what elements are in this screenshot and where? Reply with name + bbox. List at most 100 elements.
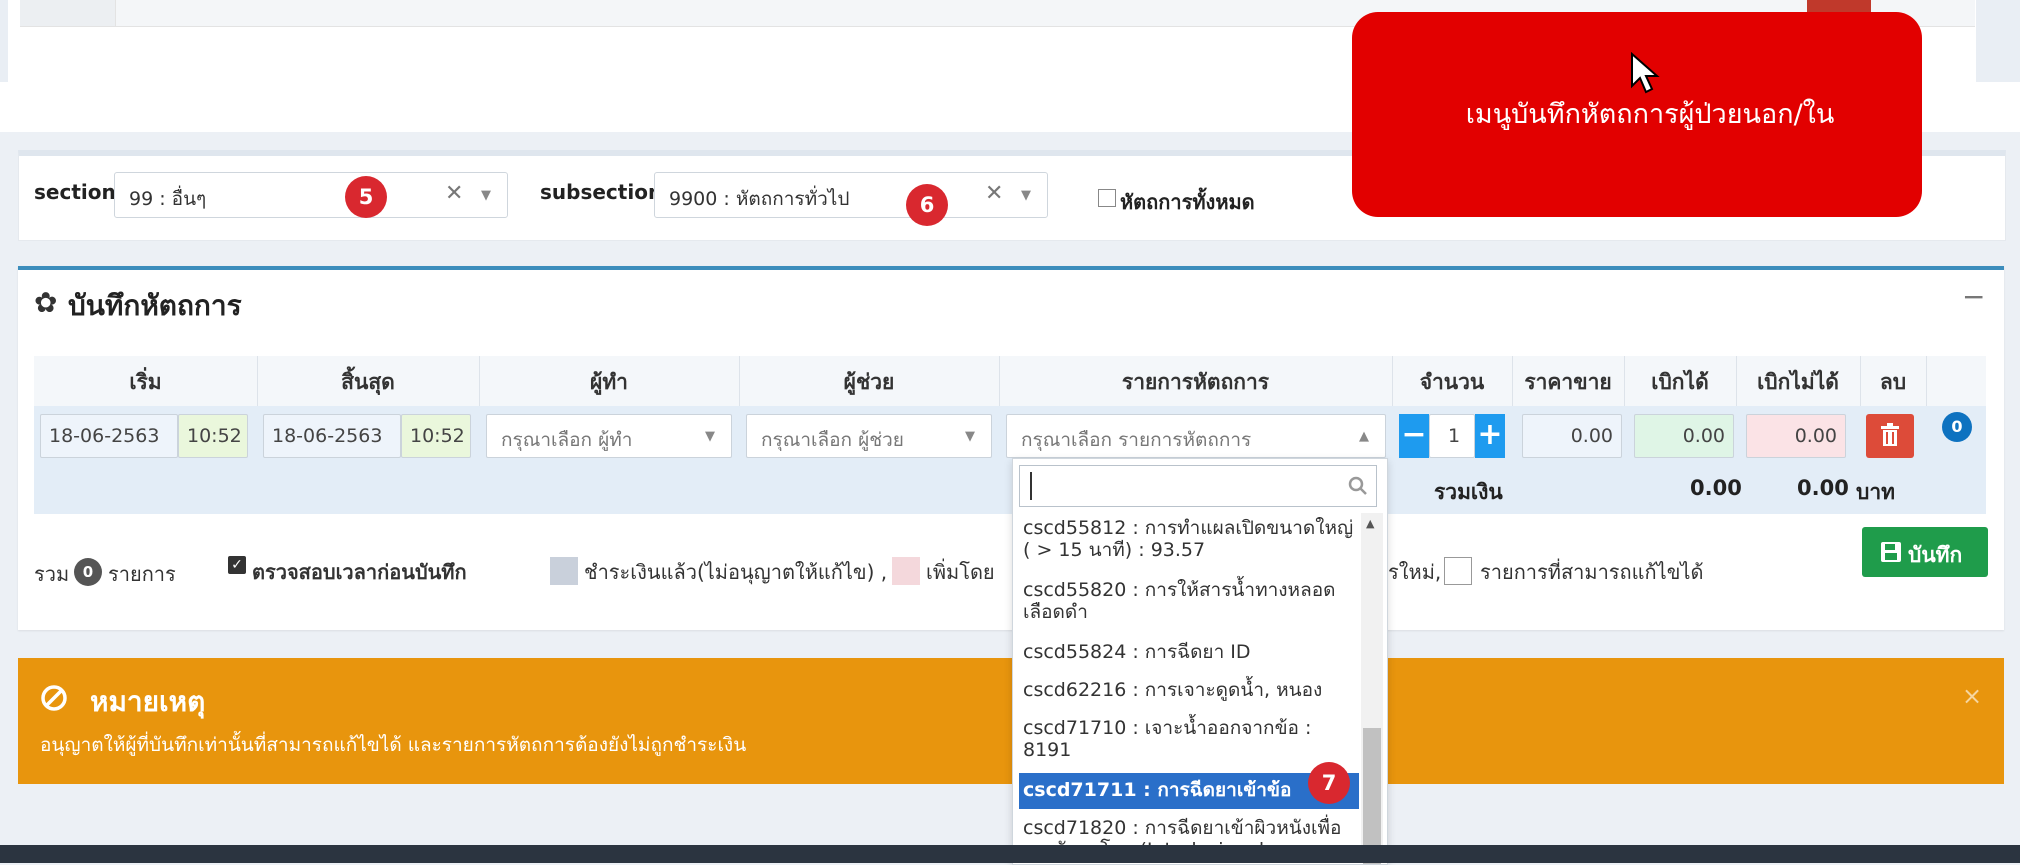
summary-label: รวมเงิน <box>1434 480 1503 504</box>
legend-added: เพิ่มโดย <box>926 560 995 584</box>
chevron-up-icon: ▲ <box>1359 429 1369 444</box>
bottom-bar <box>0 845 2020 863</box>
procedure-option[interactable]: cscd55820 : การให้สารน้ำทางหลอดเลือดดำ <box>1019 577 1367 631</box>
legend-added-swatch <box>892 557 920 585</box>
chevron-down-icon[interactable]: ▼ <box>481 188 491 203</box>
start-date-input[interactable]: 18-06-2563 <box>40 414 178 458</box>
header-qty: จำนวน <box>1419 370 1485 394</box>
collapse-button[interactable]: − <box>1962 280 1985 313</box>
scroll-up-icon[interactable]: ▲ <box>1366 517 1374 530</box>
procedure-dropdown: cscd55812 : การทำแผลเปิดขนาดใหญ่ ( > 15 … <box>1012 458 1388 865</box>
assistant-placeholder: กรุณาเลือก ผู้ช่วย <box>761 429 904 451</box>
menu-callout: เมนูบันทึกหัตถการผู้ป่วยนอก/ใน <box>1352 12 1922 217</box>
legend-editable: รายการที่สามารถแก้ไขได้ <box>1480 560 1704 584</box>
subsection-value: 9900 : หัตถการทั่วไป <box>669 188 850 210</box>
subsection-select[interactable]: 9900 : หัตถการทั่วไป ✕ ▼ <box>654 172 1048 218</box>
search-icon <box>1348 476 1367 495</box>
end-time-input[interactable]: 10:52 <box>401 414 471 458</box>
section-label: section <box>34 180 116 204</box>
check-time-label: ตรวจสอบเวลาก่อนบันทึก <box>252 560 467 584</box>
start-time-input[interactable]: 10:52 <box>178 414 248 458</box>
claimable-input[interactable]: 0.00 <box>1634 414 1734 458</box>
header-assistant: ผู้ช่วย <box>843 370 895 394</box>
legend-editable-swatch <box>1444 557 1472 585</box>
header-price: ราคาขาย <box>1524 370 1612 394</box>
chevron-down-icon: ▼ <box>705 429 715 444</box>
header-procedure: รายการหัตถการ <box>1121 370 1270 394</box>
header-claimable: เบิกได้ <box>1651 370 1709 394</box>
ban-icon <box>41 685 67 711</box>
increment-button[interactable]: + <box>1475 414 1505 458</box>
all-procedures-label: หัตถการทั้งหมด <box>1120 190 1255 214</box>
end-date-input[interactable]: 18-06-2563 <box>263 414 401 458</box>
total-prefix: รวม <box>34 562 70 586</box>
header-delete: ลบ <box>1879 370 1907 394</box>
end-date-value: 18-06-2563 <box>272 425 383 447</box>
procedure-option[interactable]: cscd62216 : การเจาะดูดน้ำ, หนอง <box>1019 677 1367 707</box>
summary-claimable: 0.00 <box>1690 476 1742 500</box>
row-count-badge: 0 <box>1942 412 1972 442</box>
header-end: สิ้นสุด <box>341 370 395 394</box>
procedure-select[interactable]: กรุณาเลือก รายการหัตถการ ▲ <box>1006 414 1386 458</box>
price-input[interactable]: 0.00 <box>1522 414 1622 458</box>
text-cursor <box>1030 472 1032 500</box>
column-divider <box>1926 356 1927 406</box>
chevron-down-icon[interactable]: ▼ <box>1021 188 1031 203</box>
doer-placeholder: กรุณาเลือก ผู้ทำ <box>501 429 633 451</box>
assistant-select[interactable]: กรุณาเลือก ผู้ช่วย ▼ <box>746 414 992 458</box>
claimable-value: 0.00 <box>1682 425 1725 447</box>
mouse-cursor-icon <box>1631 52 1660 94</box>
check-time-checkbox[interactable]: ✓ <box>228 556 246 574</box>
price-value: 0.00 <box>1570 425 1613 447</box>
legend-paid: ชำระเงินแล้ว(ไม่อนุญาตให้แก้ไข) , <box>584 560 888 584</box>
procedure-search-input[interactable] <box>1019 465 1377 507</box>
step-badge-5: 5 <box>345 176 387 218</box>
header-nonclaimable: เบิกไม่ได้ <box>1757 370 1839 394</box>
quantity-input[interactable]: 1 <box>1429 414 1475 458</box>
dropdown-scrollbar[interactable]: ▲ <box>1361 513 1383 864</box>
start-date-value: 18-06-2563 <box>49 425 160 447</box>
box-title: บันทึกหัตถการ <box>68 289 242 322</box>
step-badge-7: 7 <box>1308 762 1350 804</box>
clear-icon[interactable]: ✕ <box>985 181 1003 206</box>
delete-row-button[interactable] <box>1866 414 1914 458</box>
quantity-value: 1 <box>1448 425 1461 447</box>
summary-unit: บาท <box>1856 480 1895 504</box>
trash-icon <box>1881 423 1899 446</box>
legend-paid-swatch <box>550 557 578 585</box>
legend-new: รใหม่, <box>1388 560 1442 584</box>
previous-table-cell <box>20 0 116 26</box>
total-suffix: รายการ <box>108 562 176 586</box>
save-label: บันทึก <box>1908 543 1963 567</box>
end-time-value: 10:52 <box>410 425 465 447</box>
doer-select[interactable]: กรุณาเลือก ผู้ทำ ▼ <box>486 414 732 458</box>
summary-nonclaimable: 0.00 <box>1797 476 1849 500</box>
previous-delete-button[interactable] <box>1807 0 1871 12</box>
header-start: เริ่ม <box>129 370 162 394</box>
floppy-disk-icon <box>1881 542 1901 562</box>
nonclaimable-value: 0.00 <box>1794 425 1837 447</box>
decrement-button[interactable]: − <box>1399 414 1429 458</box>
header-doer: ผู้ทำ <box>590 370 628 394</box>
procedure-option[interactable]: cscd55824 : การฉีดยา ID <box>1019 639 1367 669</box>
procedure-box-icon: ✿ <box>34 286 58 319</box>
chevron-down-icon: ▼ <box>965 429 975 444</box>
procedure-option[interactable]: cscd71710 : เจาะน้ำออกจากข้อ : 8191 <box>1019 715 1367 769</box>
save-button[interactable]: บันทึก <box>1862 527 1988 577</box>
start-time-value: 10:52 <box>187 425 242 447</box>
close-alert-button[interactable]: × <box>1962 682 1982 710</box>
procedure-option[interactable]: cscd55812 : การทำแผลเปิดขนาดใหญ่ ( > 15 … <box>1019 515 1367 569</box>
subsection-label: subsection <box>540 180 663 204</box>
nonclaimable-input[interactable]: 0.00 <box>1746 414 1846 458</box>
note-alert <box>18 658 2004 784</box>
step-badge-6: 6 <box>906 184 948 226</box>
note-text: อนุญาตให้ผู้ที่บันทึกเท่านั้นที่สามารถแก… <box>40 734 747 756</box>
all-procedures-checkbox[interactable] <box>1098 189 1116 207</box>
procedure-placeholder: กรุณาเลือก รายการหัตถการ <box>1021 429 1252 451</box>
callout-text: เมนูบันทึกหัตถการผู้ป่วยนอก/ใน <box>1465 99 1835 130</box>
section-value: 99 : อื่นๆ <box>129 188 207 210</box>
note-title: หมายเหตุ <box>90 685 206 718</box>
total-count-badge: 0 <box>74 558 102 586</box>
clear-icon[interactable]: ✕ <box>445 181 463 206</box>
section-select[interactable]: 99 : อื่นๆ ✕ ▼ <box>114 172 508 218</box>
